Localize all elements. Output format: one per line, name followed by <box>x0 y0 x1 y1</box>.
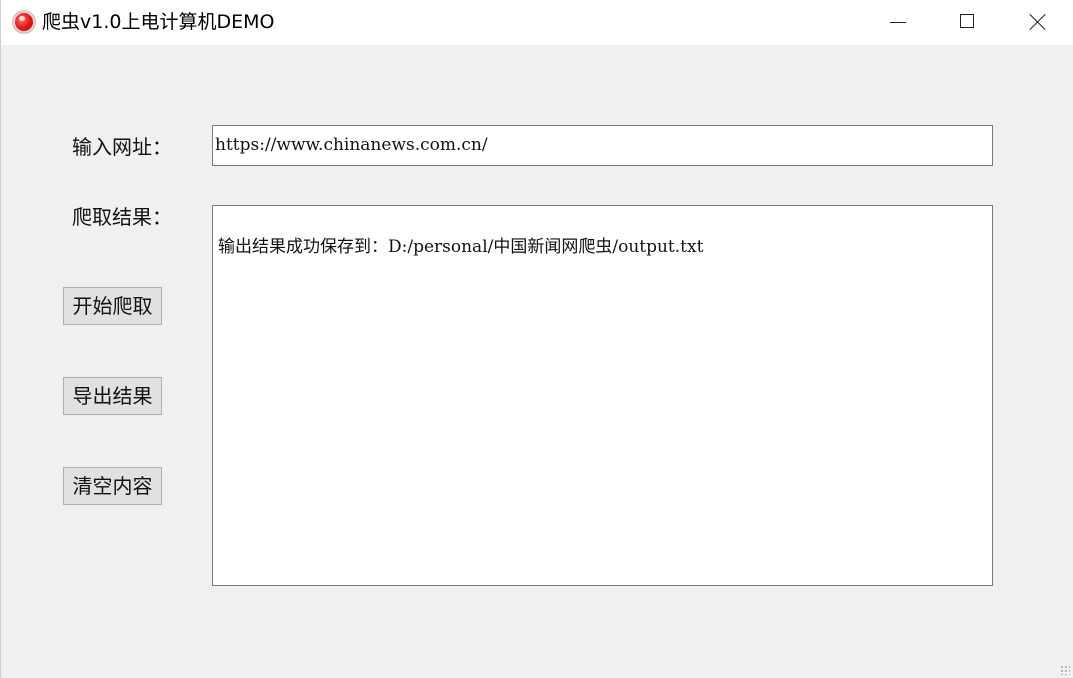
result-label: 爬取结果： <box>72 205 172 229</box>
start-crawl-button[interactable]: 开始爬取 <box>63 287 162 325</box>
app-icon <box>13 11 35 33</box>
url-label: 输入网址： <box>72 135 172 159</box>
close-icon <box>1029 13 1047 31</box>
minimize-button[interactable] <box>863 0 933 45</box>
window-title: 爬虫v1.0上电计算机DEMO <box>42 11 275 33</box>
resize-grip-icon[interactable] <box>1060 665 1070 675</box>
result-textarea[interactable]: 输出结果成功保存到：D:/personal/中国新闻网爬虫/output.txt <box>212 205 993 586</box>
maximize-icon <box>960 14 974 28</box>
result-text: 输出结果成功保存到：D:/personal/中国新闻网爬虫/output.txt <box>218 237 704 257</box>
clear-content-button[interactable]: 清空内容 <box>63 467 162 505</box>
url-input[interactable]: https://www.chinanews.com.cn/ <box>212 125 993 166</box>
export-results-button[interactable]: 导出结果 <box>63 377 162 415</box>
minimize-icon <box>890 22 906 23</box>
maximize-button[interactable] <box>933 0 1003 45</box>
title-bar[interactable]: 爬虫v1.0上电计算机DEMO <box>1 0 1073 45</box>
close-button[interactable] <box>1003 0 1073 45</box>
app-window: 爬虫v1.0上电计算机DEMO 输入网址： https://www.chinan… <box>0 0 1073 678</box>
